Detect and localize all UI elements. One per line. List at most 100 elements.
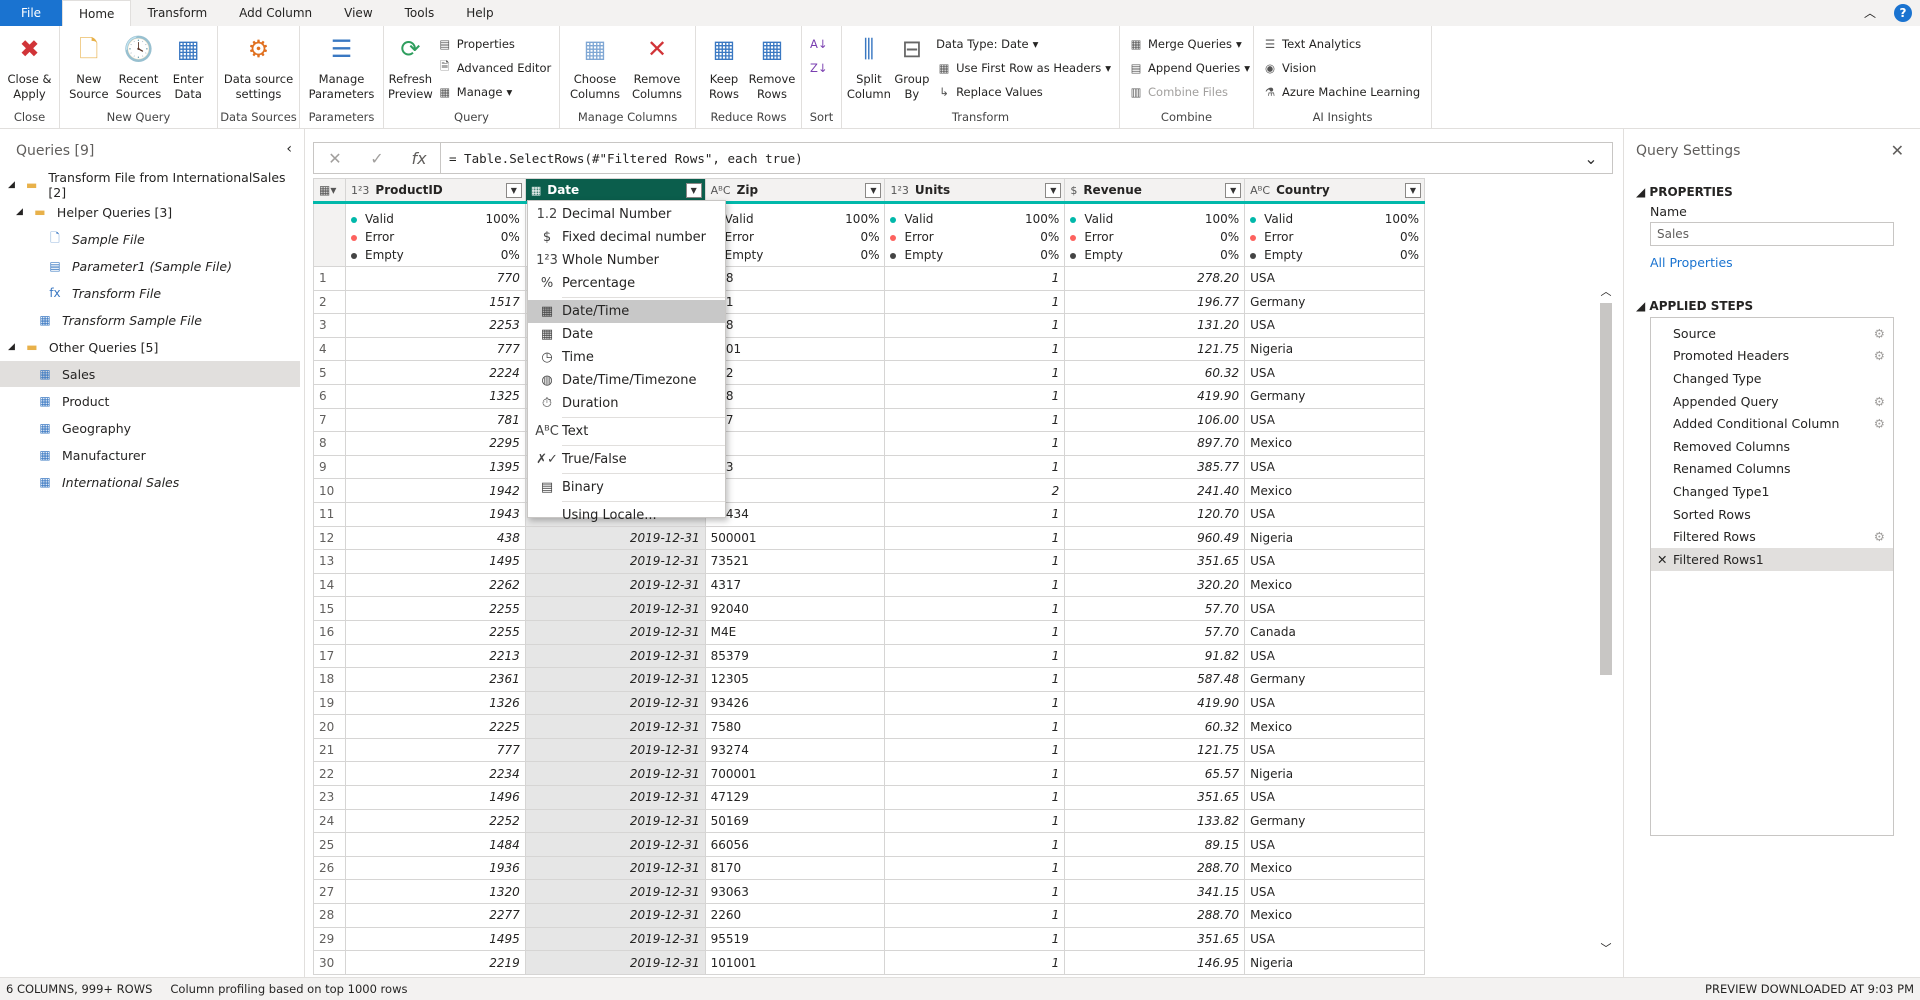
- cell[interactable]: 2019-12-31: [524, 855, 706, 881]
- cell[interactable]: 57.70: [1064, 619, 1246, 645]
- cell[interactable]: 2019-12-31: [524, 596, 706, 621]
- menu-item-date-time-timezone[interactable]: ◍ Date/Time/Timezone: [528, 369, 725, 392]
- cell[interactable]: 1: [884, 714, 1066, 739]
- row-number[interactable]: 24: [313, 808, 346, 834]
- tab-tools[interactable]: Tools: [389, 0, 451, 26]
- gear-icon[interactable]: ⚙: [1874, 348, 1885, 363]
- append-queries-button[interactable]: ▤ Append Queries ▾: [1128, 58, 1250, 78]
- cell[interactable]: Germany: [1244, 808, 1425, 834]
- menu-item-percentage[interactable]: % Percentage: [528, 272, 725, 295]
- column-type-icon[interactable]: $: [1070, 184, 1077, 197]
- menu-item-date-time[interactable]: ▦ Date/Time: [528, 300, 725, 323]
- applied-step[interactable]: Added Conditional Column ⚙: [1651, 412, 1893, 435]
- cell[interactable]: 1496: [344, 785, 526, 810]
- cell[interactable]: 60.32: [1064, 714, 1246, 739]
- cell[interactable]: 2260: [704, 903, 886, 928]
- cell[interactable]: 908: [704, 313, 886, 338]
- cell[interactable]: USA: [1244, 832, 1425, 857]
- cell[interactable]: 50169: [704, 808, 886, 834]
- gear-icon[interactable]: ⚙: [1874, 326, 1885, 341]
- cell[interactable]: 2019-12-31: [524, 525, 706, 551]
- cell[interactable]: Mexico: [1244, 855, 1425, 881]
- row-number[interactable]: 16: [313, 619, 346, 645]
- cell[interactable]: 1: [884, 431, 1066, 456]
- manage-button[interactable]: ▦ Manage ▾: [437, 82, 552, 102]
- cell[interactable]: 1: [884, 643, 1066, 669]
- cell[interactable]: 1943: [344, 501, 526, 527]
- cell[interactable]: 1936: [344, 855, 526, 881]
- applied-step[interactable]: Sorted Rows: [1651, 503, 1893, 526]
- cell[interactable]: Mexico: [1244, 478, 1425, 503]
- gear-icon[interactable]: ⚙: [1874, 529, 1885, 544]
- cell[interactable]: 351.65: [1064, 549, 1246, 574]
- vertical-scrollbar[interactable]: ︿ ﹀: [1598, 283, 1614, 956]
- row-number[interactable]: 12: [313, 525, 346, 551]
- cell[interactable]: USA: [1244, 360, 1425, 385]
- cell[interactable]: 106.00: [1064, 407, 1246, 433]
- data-type-dropdown[interactable]: Data Type: Date ▾: [936, 34, 1111, 54]
- row-number[interactable]: 20: [313, 714, 346, 739]
- row-number[interactable]: 19: [313, 690, 346, 716]
- cell[interactable]: 1: [884, 525, 1066, 551]
- cell[interactable]: USA: [1244, 266, 1425, 291]
- profiling-status[interactable]: Column profiling based on top 1000 rows: [170, 982, 407, 996]
- first-row-headers-button[interactable]: ▦ Use First Row as Headers ▾: [936, 58, 1111, 78]
- column-header-zip[interactable]: AᴮC Zip ▼: [704, 178, 886, 203]
- cell[interactable]: 278.20: [1064, 266, 1246, 291]
- cell[interactable]: 320.20: [1064, 572, 1246, 598]
- cell[interactable]: USA: [1244, 549, 1425, 574]
- cell[interactable]: 419.90: [1064, 383, 1246, 409]
- row-number[interactable]: 14: [313, 572, 346, 598]
- cancel-icon[interactable]: ✕: [314, 149, 356, 168]
- cell[interactable]: 1320: [344, 879, 526, 905]
- filter-dropdown-icon[interactable]: ▼: [1405, 183, 1421, 198]
- cell[interactable]: 1395: [344, 454, 526, 480]
- expand-icon[interactable]: ◢: [8, 180, 15, 190]
- row-number[interactable]: 22: [313, 761, 346, 787]
- applied-step[interactable]: Filtered Rows ⚙: [1651, 525, 1893, 548]
- cell[interactable]: 387: [704, 407, 886, 433]
- row-number[interactable]: 21: [313, 737, 346, 763]
- query-item[interactable]: fx Transform File: [0, 280, 300, 306]
- cell[interactable]: 419.90: [1064, 690, 1246, 716]
- name-input[interactable]: Sales: [1650, 222, 1894, 246]
- replace-values-button[interactable]: ↳ Replace Values: [936, 82, 1111, 102]
- all-properties-link[interactable]: All Properties: [1650, 255, 1733, 270]
- cell[interactable]: 2019-12-31: [524, 903, 706, 928]
- collapse-pane-icon[interactable]: ‹: [286, 141, 292, 157]
- filter-dropdown-icon[interactable]: ▼: [1045, 183, 1062, 198]
- row-number[interactable]: 25: [313, 832, 346, 857]
- column-header-revenue[interactable]: $ Revenue ▼: [1064, 178, 1246, 203]
- cell[interactable]: 95519: [704, 926, 886, 952]
- cell[interactable]: 2234: [344, 761, 526, 787]
- cell[interactable]: 1: [884, 619, 1066, 645]
- cell[interactable]: Nigeria: [1244, 525, 1425, 551]
- expand-icon[interactable]: ◢: [8, 342, 15, 352]
- cell[interactable]: USA: [1244, 643, 1425, 669]
- cell[interactable]: 2019-12-31: [524, 785, 706, 810]
- cell[interactable]: 30: [704, 478, 886, 503]
- column-type-icon[interactable]: ▦: [531, 184, 541, 197]
- cell[interactable]: 2019-12-31: [524, 643, 706, 669]
- properties-button[interactable]: ▤ Properties: [437, 34, 552, 54]
- cell[interactable]: 288.70: [1064, 855, 1246, 881]
- combine-files-button[interactable]: ▥ Combine Files: [1128, 82, 1250, 102]
- cell[interactable]: 700001: [704, 761, 886, 787]
- cell[interactable]: 438: [344, 525, 526, 551]
- cell[interactable]: 351.65: [1064, 926, 1246, 952]
- column-header-units[interactable]: 1²3 Units ▼: [884, 178, 1066, 203]
- cell[interactable]: 2277: [344, 903, 526, 928]
- cell[interactable]: 2253: [344, 313, 526, 338]
- tab-transform[interactable]: Transform: [131, 0, 223, 26]
- cell[interactable]: M4E: [704, 619, 886, 645]
- column-type-icon[interactable]: 1²3: [890, 184, 908, 197]
- scroll-up-icon[interactable]: ︿: [1598, 283, 1614, 299]
- cell[interactable]: 0001: [704, 336, 886, 362]
- cell[interactable]: 385.77: [1064, 454, 1246, 480]
- cell[interactable]: 1: [884, 785, 1066, 810]
- commit-icon[interactable]: ✓: [356, 149, 398, 168]
- applied-step[interactable]: Removed Columns: [1651, 435, 1893, 458]
- column-header-productid[interactable]: 1²3 ProductID ▼: [344, 178, 526, 203]
- cell[interactable]: 2219: [344, 950, 526, 975]
- cell[interactable]: 2019-12-31: [524, 808, 706, 834]
